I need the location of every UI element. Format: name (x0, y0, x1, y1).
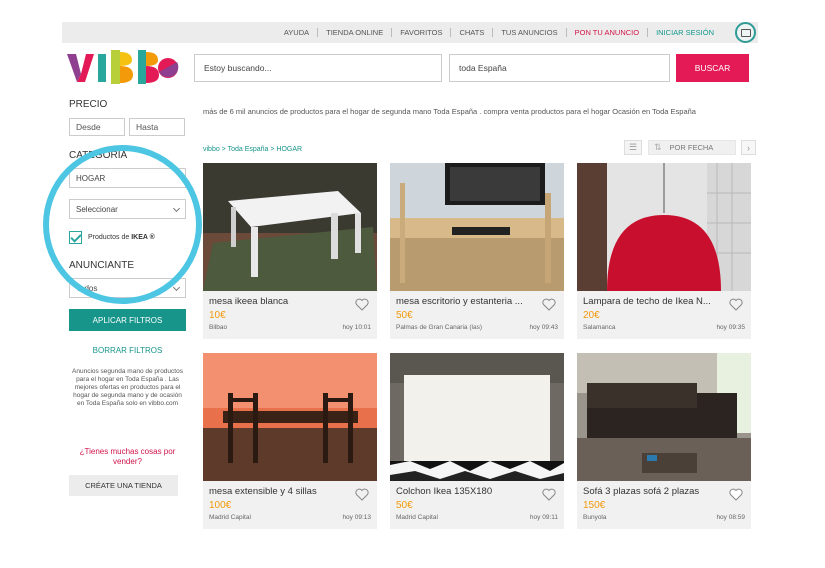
listing-price: 50€ (396, 310, 413, 321)
listing-card[interactable]: mesa ikeea blanca 10€ Bilbao hoy 10:01 (203, 163, 377, 339)
heart-icon[interactable] (355, 488, 369, 501)
listing-title[interactable]: Lampara de techo de Ikea N... (583, 296, 723, 307)
user-avatar-icon[interactable] (735, 22, 756, 43)
nav-login-link[interactable]: INICIAR SESIÓN (647, 28, 722, 37)
nav-post-ad-link[interactable]: PON TU ANUNCIO (565, 28, 647, 37)
listing-card[interactable]: mesa escritorio y estanteria ... 50€ Pal… (390, 163, 564, 339)
nav-my-ads-link[interactable]: TUS ANUNCIOS (492, 28, 565, 37)
create-store-button[interactable]: CRÉATE UNA TIENDA (69, 475, 178, 496)
location-input[interactable]: toda España (449, 54, 670, 82)
listing-time: hoy 08:59 (716, 514, 745, 521)
listing-location: Salamanca (583, 324, 616, 331)
top-navigation-bar: AYUDA TIENDA ONLINE FAVORITOS CHATS TUS … (62, 22, 758, 43)
listing-location: Madrid Capital (209, 514, 251, 521)
sidebar-description: Anuncios segunda mano de productos para … (72, 368, 183, 407)
listing-photo[interactable] (577, 163, 751, 291)
search-input[interactable]: Estoy buscando... (194, 54, 442, 82)
price-filter-title: PRECIO (69, 99, 108, 110)
nav-favorites-link[interactable]: FAVORITOS (391, 28, 450, 37)
listing-card[interactable]: Sofá 3 plazas sofá 2 plazas 150€ Bunyola… (577, 353, 751, 529)
price-from-input[interactable]: Desde (69, 118, 125, 136)
listing-card[interactable]: Colchon Ikea 135X180 50€ Madrid Capital … (390, 353, 564, 529)
listing-time: hoy 10:01 (342, 324, 371, 331)
list-view-icon[interactable]: ☰ (624, 140, 642, 155)
sell-more-prompt[interactable]: ¿Tienes muchas cosas por vender? (69, 447, 186, 467)
sort-select[interactable]: ⇅ POR FECHA (648, 140, 736, 155)
next-page-chevron-icon[interactable]: › (741, 140, 756, 155)
listing-price: 150€ (583, 500, 606, 511)
listing-photo[interactable] (390, 163, 564, 291)
apply-filters-button[interactable]: APLICAR FILTROS (69, 309, 186, 331)
category-select[interactable]: HOGAR (69, 168, 186, 188)
search-button[interactable]: BUSCAR (676, 54, 749, 82)
ikea-filter-checkbox-row[interactable]: Productos de IKEA ® (69, 231, 155, 244)
clear-filters-link[interactable]: BORRAR FILTROS (69, 346, 186, 355)
listing-photo[interactable] (203, 163, 377, 291)
listing-title[interactable]: mesa extensible y 4 sillas (209, 486, 349, 497)
listing-title[interactable]: Sofá 3 plazas sofá 2 plazas (583, 486, 723, 497)
advertiser-select[interactable]: Todos (69, 278, 186, 298)
breadcrumb[interactable]: vibbo > Toda España > HOGAR (203, 146, 302, 153)
listing-time: hoy 09:43 (529, 324, 558, 331)
nav-help-link[interactable]: AYUDA (276, 28, 317, 37)
nav-online-store-link[interactable]: TIENDA ONLINE (317, 28, 391, 37)
ikea-filter-label: Productos de IKEA ® (88, 234, 155, 241)
listing-photo[interactable] (390, 353, 564, 481)
vibbo-logo[interactable] (67, 50, 179, 84)
heart-icon[interactable] (542, 488, 556, 501)
listing-price: 10€ (209, 310, 226, 321)
heart-icon[interactable] (542, 298, 556, 311)
heart-icon[interactable] (729, 488, 743, 501)
listing-time: hoy 09:13 (342, 514, 371, 521)
listing-location: Bilbao (209, 324, 228, 331)
chevron-down-icon (172, 283, 181, 292)
listing-price: 100€ (209, 500, 232, 511)
category-filter-title: CATEGORÍA (69, 150, 128, 161)
top-nav-links: AYUDA TIENDA ONLINE FAVORITOS CHATS TUS … (276, 22, 722, 43)
listing-title[interactable]: Colchon Ikea 135X180 (396, 486, 536, 497)
results-intro-text: más de 6 mil anuncios de productos para … (203, 107, 696, 116)
sort-arrows-icon: ⇅ (654, 142, 662, 152)
chevron-down-icon (172, 204, 181, 213)
price-to-input[interactable]: Hasta (129, 118, 185, 136)
subcategory-value: Seleccionar (76, 204, 118, 214)
listing-card[interactable]: Lampara de techo de Ikea N... 20€ Salama… (577, 163, 751, 339)
listing-title[interactable]: mesa ikeea blanca (209, 296, 349, 307)
listing-time: hoy 09:11 (529, 514, 558, 521)
listing-price: 50€ (396, 500, 413, 511)
heart-icon[interactable] (729, 298, 743, 311)
listing-location: Bunyola (583, 514, 607, 521)
listing-title[interactable]: mesa escritorio y estanteria ... (396, 296, 536, 307)
subcategory-select[interactable]: Seleccionar (69, 199, 186, 219)
listing-photo[interactable] (203, 353, 377, 481)
ikea-brand-label: IKEA ® (131, 234, 155, 241)
listing-price: 20€ (583, 310, 600, 321)
listing-time: hoy 09:35 (716, 324, 745, 331)
advertiser-filter-title: ANUNCIANTE (69, 260, 135, 271)
listing-location: Madrid Capital (396, 514, 438, 521)
checkbox-checked-icon[interactable] (69, 231, 82, 244)
nav-chats-link[interactable]: CHATS (450, 28, 492, 37)
advertiser-value: Todos (76, 283, 98, 293)
listing-location: Palmas de Gran Canaria (las) (396, 324, 482, 331)
listing-card[interactable]: mesa extensible y 4 sillas 100€ Madrid C… (203, 353, 377, 529)
sort-label: POR FECHA (669, 143, 714, 152)
heart-icon[interactable] (355, 298, 369, 311)
listing-photo[interactable] (577, 353, 751, 481)
category-value: HOGAR (76, 173, 106, 183)
